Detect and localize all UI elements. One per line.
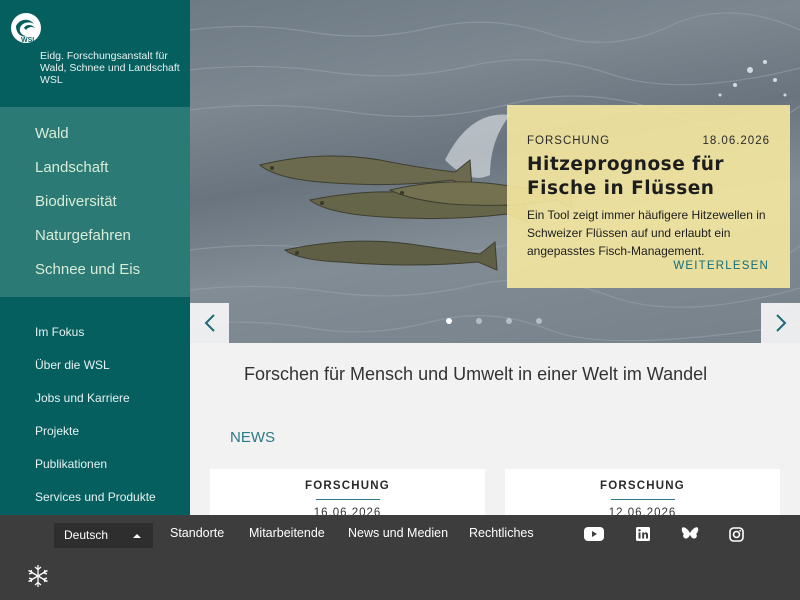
footer-link-standorte[interactable]: Standorte	[170, 526, 224, 540]
read-more-link[interactable]: WEITERLESEN	[673, 260, 769, 272]
nav-item-naturgefahren[interactable]: Naturgefahren	[0, 223, 190, 257]
wsl-logo-icon[interactable]: WSL	[10, 12, 42, 44]
hero-card-date: 18.06.2026	[702, 135, 770, 147]
nav-item-im-fokus[interactable]: Im Fokus	[0, 320, 190, 353]
slider-dot-2[interactable]	[476, 318, 482, 324]
slider-dot-4[interactable]	[536, 318, 542, 324]
caret-up-icon	[133, 534, 141, 538]
language-select-value: Deutsch	[64, 528, 109, 542]
hero-card-title[interactable]: Hitzeprognose für Fische in Flüssen	[527, 153, 770, 201]
nav-item-ueber-die-wsl[interactable]: Über die WSL	[0, 353, 190, 386]
hero-card-text: Ein Tool zeigt immer häufigere Hitzewell…	[527, 208, 766, 258]
news-card-divider	[610, 499, 675, 500]
footer-link-mitarbeitende[interactable]: Mitarbeitende	[249, 526, 325, 540]
footer-link-news-und-medien[interactable]: News und Medien	[348, 526, 448, 540]
hero-slider: FORSCHUNG 18.06.2026 Hitzeprognose für F…	[190, 0, 800, 343]
language-select[interactable]: Deutsch	[54, 523, 153, 548]
nav-item-projekte[interactable]: Projekte	[0, 419, 190, 452]
logo-area[interactable]: WSL Eidg. Forschungsanstalt für Wald, Sc…	[0, 0, 190, 107]
footer-link-rechtliches[interactable]: Rechtliches	[469, 526, 534, 540]
svg-text:WSL: WSL	[21, 37, 37, 44]
main-nav: Wald Landschaft Biodiversität Naturgefah…	[0, 107, 190, 297]
nav-item-wald[interactable]: Wald	[0, 121, 190, 155]
youtube-icon[interactable]	[584, 525, 604, 543]
hero-teaser-card[interactable]: FORSCHUNG 18.06.2026 Hitzeprognose für F…	[507, 105, 790, 288]
news-card-category: FORSCHUNG	[600, 480, 685, 492]
nav-item-publikationen[interactable]: Publikationen	[0, 452, 190, 485]
nav-item-biodiversitaet[interactable]: Biodiversität	[0, 189, 190, 223]
bluesky-icon[interactable]	[680, 525, 700, 543]
hero-card-category: FORSCHUNG	[527, 135, 611, 147]
org-name: Eidg. Forschungsanstalt für Wald, Schnee…	[40, 50, 180, 86]
sidebar: WSL Eidg. Forschungsanstalt für Wald, Sc…	[0, 0, 190, 515]
secondary-nav: Im Fokus Über die WSL Jobs und Karriere …	[0, 297, 190, 518]
nav-item-services-und-produkte[interactable]: Services und Produkte	[0, 485, 190, 518]
footer: Deutsch Standorte Mitarbeitende News und…	[0, 515, 800, 600]
linkedin-icon[interactable]	[633, 525, 653, 543]
slider-dot-1[interactable]	[446, 318, 452, 324]
news-heading: NEWS	[230, 429, 275, 446]
slider-prev-button[interactable]	[190, 303, 229, 343]
news-card-divider	[315, 499, 380, 500]
snowflake-emblem-icon	[28, 565, 48, 587]
slider-dots	[446, 318, 542, 324]
nav-item-jobs-und-karriere[interactable]: Jobs und Karriere	[0, 386, 190, 419]
nav-item-schnee-und-eis[interactable]: Schnee und Eis	[0, 257, 190, 291]
chevron-left-icon	[204, 314, 215, 332]
hero-card-meta: FORSCHUNG 18.06.2026	[527, 135, 770, 147]
tagline: Forschen für Mensch und Umwelt in einer …	[244, 364, 708, 384]
slider-dot-3[interactable]	[506, 318, 512, 324]
chevron-right-icon	[775, 314, 786, 332]
instagram-icon[interactable]	[726, 525, 746, 543]
slider-next-button[interactable]	[761, 303, 800, 343]
news-card-category: FORSCHUNG	[305, 480, 390, 492]
nav-item-landschaft[interactable]: Landschaft	[0, 155, 190, 189]
